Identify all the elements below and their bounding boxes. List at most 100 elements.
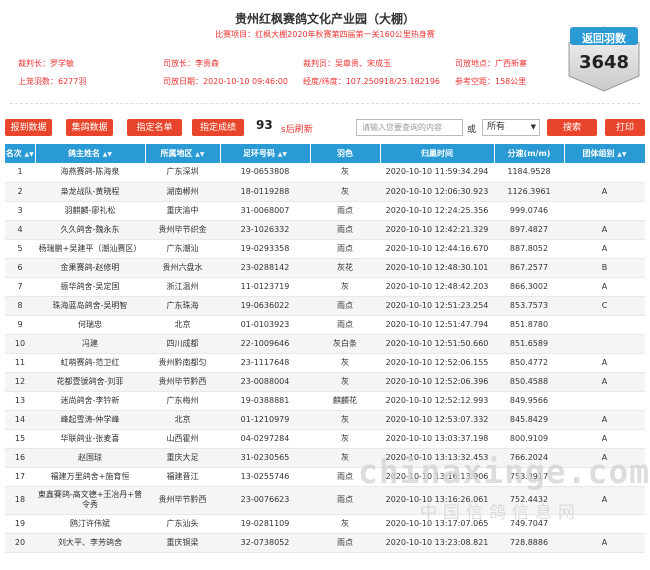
header-speed[interactable]: 分速(m/m) [494,144,565,163]
header-time[interactable]: 归巢时间 [380,144,495,163]
cell-color: 灰 [310,410,380,430]
cell-ring: 19-0636022 [220,296,310,316]
cell-rank: 13 [5,391,35,411]
table-row[interactable]: 13 迷尚鸽舍-李钤新 广东梅州 19-0388881 麒麟花 2020-10-10 12… [5,391,645,411]
cell-rank: 12 [5,372,35,392]
cell-group: A [564,372,645,392]
report-data-button[interactable]: 报到数据 [5,119,52,136]
cell-owner: 华联鸽业-张麦喜 [35,429,145,449]
cell-owner: 鸥汀许伟斌 [35,514,145,534]
table-row[interactable]: 2 枭龙战队-黄晓程 湖南郴州 18-0119288 灰 2020-10-10 12:06… [5,182,645,202]
table-row[interactable]: 4 久久鸽舍-魏永东 贵州毕节织金 23-1026332 雨点 2020-10-10 12… [5,220,645,240]
table-row[interactable]: 6 金果赛鸽-赵修明 贵州六盘水 23-0288142 灰花 2020-10-10 12:… [5,258,645,278]
cell-ring: 23-1026332 [220,220,310,240]
cell-rank: 10 [5,334,35,354]
table-row[interactable]: 9 何瑞忠 北京 01-0103923 雨点 2020-10-10 12:51:47.79… [5,315,645,335]
cell-speed: 1126.3961 [494,182,564,202]
cell-color: 灰 [310,429,380,449]
cell-region: 广东深圳 [145,163,220,183]
race-subtitle: 比赛项目：红枫大棚2020年秋赛第四届第一关160公里热身赛 [0,29,650,40]
cell-region: 广东潮汕 [145,239,220,259]
named-results-button[interactable]: 指定成绩 [192,119,244,136]
cell-color: 灰 [310,277,380,297]
cell-time: 2020-10-10 12:48:42.203 [380,277,494,297]
header-owner[interactable]: 鸽主姓名 ▲▼ [35,144,146,163]
cell-rank: 7 [5,277,35,297]
cell-owner: 冯建 [35,334,145,354]
search-button[interactable]: 搜索 [547,119,597,136]
cell-owner: 迷尚鸽舍-李钤新 [35,391,145,411]
cell-time: 2020-10-10 12:52:06.396 [380,372,494,392]
cell-ring: 23-0088004 [220,372,310,392]
cell-time: 2020-10-10 12:52:12.993 [380,391,494,411]
cell-speed: 887.8052 [494,239,564,259]
table-row[interactable]: 10 冯建 四川成都 22-1009646 灰白条 2020-10-10 12:51:50… [5,334,645,354]
cell-group: C [564,296,645,316]
cell-time: 2020-10-10 12:42:21.329 [380,220,494,240]
cell-ring: 23-1117648 [220,353,310,373]
cell-ring: 01-0103923 [220,315,310,335]
badge-value: 3648 [578,52,630,73]
print-button[interactable]: 打印 [605,119,645,136]
header-ring[interactable]: 足环号码 ▲▼ [220,144,311,163]
cell-color: 灰 [310,353,380,373]
header-color[interactable]: 羽色 [310,144,381,163]
cell-owner: 杨瑞鹏+吴建平（潮汕赛区） [35,239,145,259]
header-rank[interactable]: 名次 ▲▼ [5,144,36,163]
cell-speed: 1184.9528 [494,163,564,183]
count-info: 上笼羽数：6277羽 [18,77,87,86]
cell-speed: 853.7573 [494,296,564,316]
cell-speed: 800.9109 [494,429,564,449]
results-table: 名次 ▲▼ 鸽主姓名 ▲▼ 所属地区 ▲▼ 足环号码 ▲▼ 羽色 归巢时间 分速… [5,144,646,553]
cell-ring: 32-0738052 [220,533,310,553]
cell-ring: 19-0293358 [220,239,310,259]
cell-color: 灰白条 [310,334,380,354]
cell-owner: 羽麒麟-廖礼松 [35,201,145,221]
cell-group: A [564,533,645,553]
search-input[interactable]: 请输入您要查询的内容 [356,119,463,136]
cell-group: A [564,220,645,240]
cell-rank: 4 [5,220,35,240]
cell-ring: 11-0123719 [220,277,310,297]
cell-rank: 11 [5,353,35,373]
table-row[interactable]: 20 刘大平、李芳鸽舍 重庆铜梁 32-0738052 雨点 2020-10-10 13:… [5,533,645,553]
cell-region: 贵州六盘水 [145,258,220,278]
cell-time: 2020-10-10 13:03:37.198 [380,429,494,449]
cell-speed: 850.4588 [494,372,564,392]
table-row[interactable]: 15 华联鸽业-张麦喜 山西霍州 04-0297284 灰 2020-10-10 13:0… [5,429,645,449]
cell-owner: 何瑞忠 [35,315,145,335]
cell-ring: 23-0076623 [220,486,310,515]
table-row[interactable]: 5 杨瑞鹏+吴建平（潮汕赛区） 广东潮汕 19-0293358 雨点 2020-10-10… [5,239,645,259]
named-list-button[interactable]: 指定名单 [127,119,182,136]
cell-ring: 19-0653808 [220,163,310,183]
collect-data-button[interactable]: 集鸽数据 [66,119,113,136]
cell-owner: 花都壹號鸽舍-刘菲 [35,372,145,392]
table-row[interactable]: 1 海燕赛鸽-陈海泉 广东深圳 19-0653808 灰 2020-10-10 11:59… [5,163,645,183]
filter-select[interactable]: 所有 ▼ [482,119,540,136]
cell-region: 北京 [145,315,220,335]
cell-region: 贵州毕节黔西 [145,372,220,392]
cell-speed: 851.6589 [494,334,564,354]
table-row[interactable]: 7 振华鸽舍-吴定国 浙江温州 11-0123719 灰 2020-10-10 12:48… [5,277,645,297]
cell-rank: 19 [5,514,35,534]
cell-color: 雨点 [310,533,380,553]
table-row[interactable]: 3 羽麒麟-廖礼松 重庆渝中 31-0068007 雨点 2020-10-10 12:24… [5,201,645,221]
header-group[interactable]: 团体组别 ▲▼ [564,144,646,163]
cell-color: 雨点 [310,220,380,240]
table-row[interactable]: 12 花都壹號鸽舍-刘菲 贵州毕节黔西 23-0088004 灰 2020-10-10 1… [5,372,645,392]
cell-ring: 19-0281109 [220,514,310,534]
cell-speed: 728.8886 [494,533,564,553]
header-region[interactable]: 所属地区 ▲▼ [145,144,221,163]
cell-speed: 999.0746 [494,201,564,221]
releaser-info: 司放长：李贵森 [163,59,219,68]
table-row[interactable]: 14 峰起雪涛-仲学峰 北京 01-1210979 灰 2020-10-10 12:53:… [5,410,645,430]
cell-color: 雨点 [310,296,380,316]
cell-time: 2020-10-10 12:24:25.356 [380,201,494,221]
cell-region: 福建晋江 [145,467,220,487]
sort-icon: ▲▼ [102,151,113,158]
cell-time: 2020-10-10 12:51:50.660 [380,334,494,354]
cell-region: 贵州毕节织金 [145,220,220,240]
table-row[interactable]: 11 虹萌赛鸽-范卫红 贵州黔南都匀 23-1117648 灰 2020-10-10 12… [5,353,645,373]
table-row[interactable]: 8 珠海蓝岛鸽舍-吴明智 广东珠海 19-0636022 雨点 2020-10-10 12… [5,296,645,316]
cell-owner: 久久鸽舍-魏永东 [35,220,145,240]
